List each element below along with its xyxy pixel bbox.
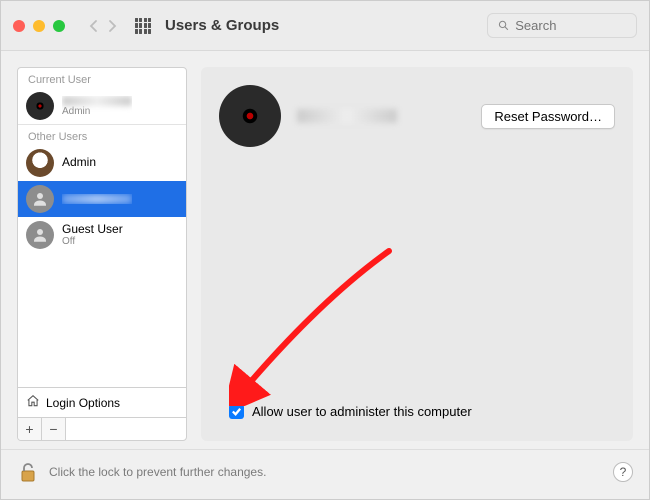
login-options-button[interactable]: Login Options xyxy=(18,387,186,417)
avatar xyxy=(26,149,54,177)
login-options-label: Login Options xyxy=(46,396,120,410)
user-detail-pane: Reset Password… Allow user to administer… xyxy=(201,67,633,441)
user-name: Guest User xyxy=(62,223,123,236)
user-name xyxy=(62,194,132,204)
avatar xyxy=(26,185,54,213)
detail-header: Reset Password… xyxy=(219,85,615,147)
user-name: Admin xyxy=(62,156,96,169)
detail-username xyxy=(297,109,397,123)
window-controls xyxy=(13,20,65,32)
forward-button[interactable] xyxy=(103,14,121,38)
user-role: Off xyxy=(62,236,123,247)
lock-button[interactable] xyxy=(17,459,39,485)
content-area: Current User Admin Other Users Admin xyxy=(1,51,649,449)
add-user-button[interactable]: + xyxy=(18,418,42,440)
list-item-selected[interactable] xyxy=(18,181,186,217)
user-avatar-large[interactable] xyxy=(219,85,281,147)
section-other-users: Other Users xyxy=(18,124,186,145)
avatar xyxy=(26,221,54,249)
user-name xyxy=(62,96,132,106)
add-remove-row: + − xyxy=(18,417,186,440)
show-all-prefs-icon[interactable] xyxy=(135,18,151,34)
list-item[interactable]: Guest User Off xyxy=(18,217,186,253)
search-field[interactable] xyxy=(487,13,637,38)
section-current-user: Current User xyxy=(18,68,186,88)
admin-checkbox-label: Allow user to administer this computer xyxy=(252,404,472,419)
avatar xyxy=(26,92,54,120)
reset-password-button[interactable]: Reset Password… xyxy=(481,104,615,129)
current-user-row[interactable]: Admin xyxy=(18,88,186,124)
list-item[interactable]: Admin xyxy=(18,145,186,181)
user-list-sidebar: Current User Admin Other Users Admin xyxy=(17,67,187,441)
admin-checkbox-row[interactable]: Allow user to administer this computer xyxy=(219,404,615,423)
minimize-window-icon[interactable] xyxy=(33,20,45,32)
footer: Click the lock to prevent further change… xyxy=(1,449,649,493)
search-icon xyxy=(498,19,509,32)
page-title: Users & Groups xyxy=(165,17,279,34)
user-list: Current User Admin Other Users Admin xyxy=(18,68,186,387)
search-input[interactable] xyxy=(515,18,626,33)
titlebar: Users & Groups xyxy=(1,1,649,51)
back-button[interactable] xyxy=(85,14,103,38)
lock-hint-text: Click the lock to prevent further change… xyxy=(49,465,266,479)
house-icon xyxy=(26,394,40,411)
help-button[interactable]: ? xyxy=(613,462,633,482)
remove-user-button[interactable]: − xyxy=(42,418,66,440)
fullscreen-window-icon[interactable] xyxy=(53,20,65,32)
user-role: Admin xyxy=(62,106,132,117)
admin-checkbox[interactable] xyxy=(229,404,244,419)
close-window-icon[interactable] xyxy=(13,20,25,32)
